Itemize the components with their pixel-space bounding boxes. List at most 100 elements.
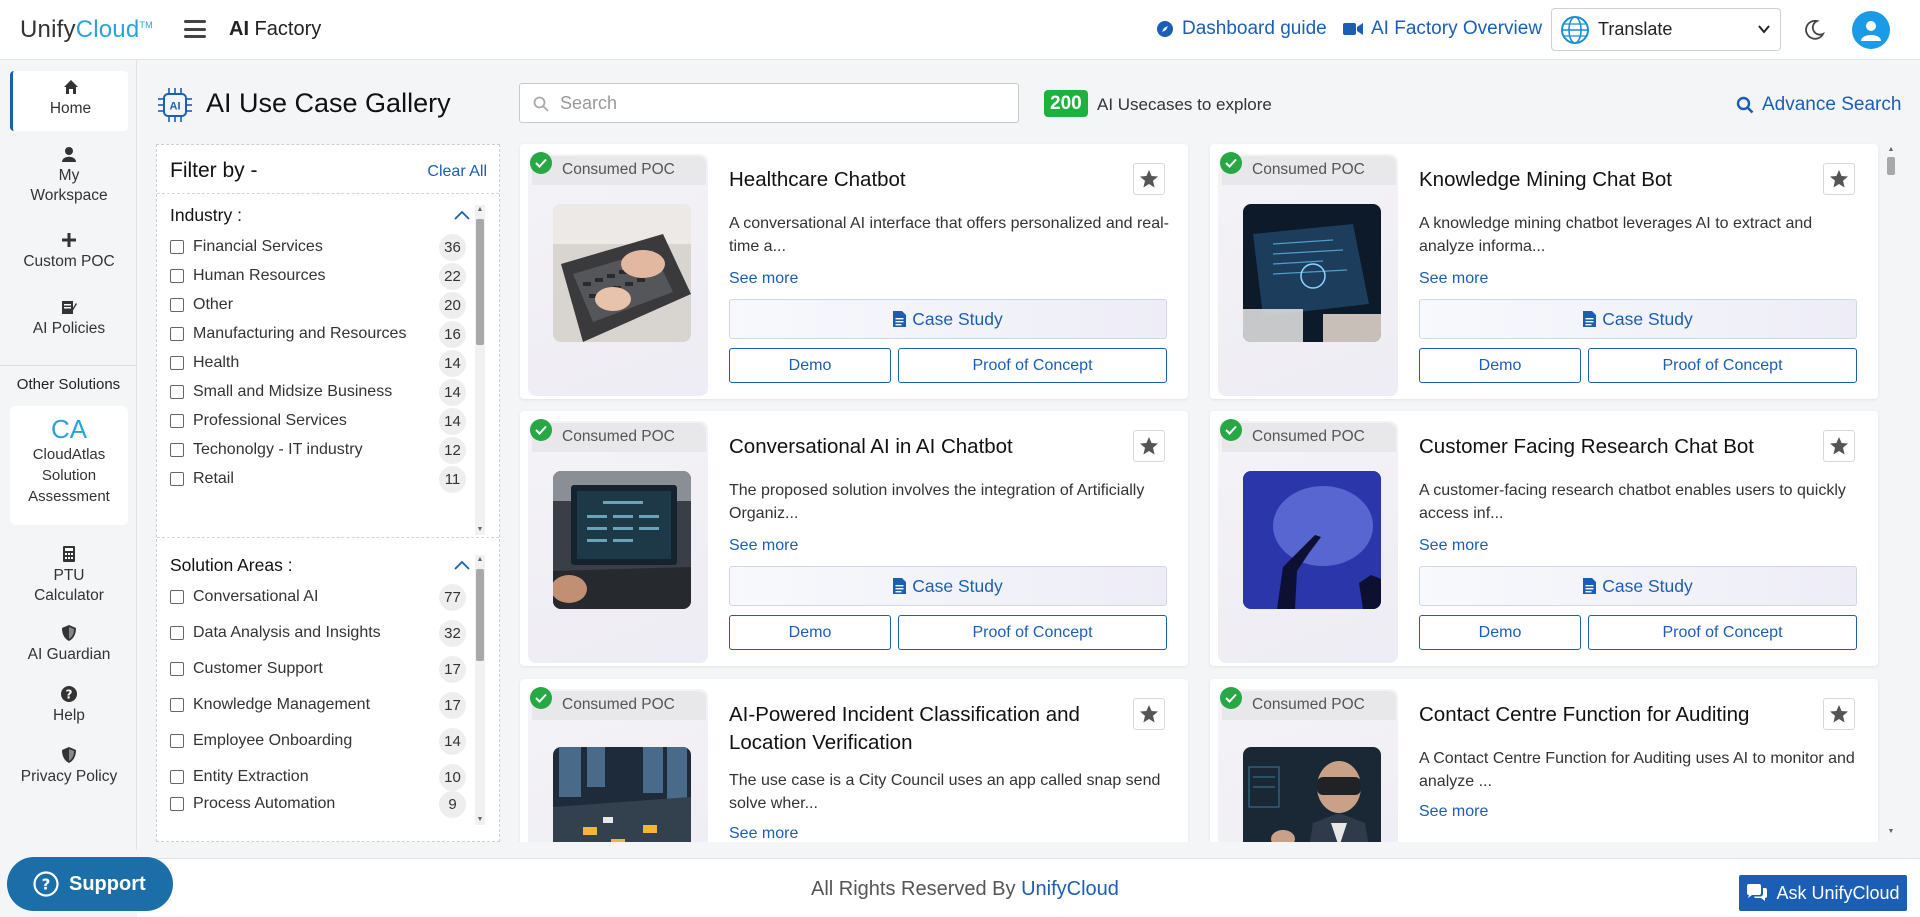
translate-select[interactable]: Translate (1551, 8, 1781, 51)
solution-row[interactable]: Data Analysis and Insights 32 (170, 618, 466, 648)
solution-row[interactable]: Entity Extraction 10 (170, 762, 466, 792)
see-more-link[interactable]: See more (1419, 270, 1488, 288)
industry-row[interactable]: Financial Services 36 (170, 232, 466, 262)
ask-unifycloud-button[interactable]: Ask UnifyCloud (1739, 875, 1907, 911)
search-input[interactable] (519, 83, 1019, 123)
advance-search-link[interactable]: Advance Search (1736, 94, 1901, 116)
checkbox[interactable] (170, 590, 184, 604)
favorite-button[interactable] (1823, 163, 1855, 195)
policy-icon (62, 301, 77, 314)
industry-row[interactable]: Retail 11 (170, 464, 466, 494)
scroll-down-arrow[interactable]: ▼ (475, 525, 485, 535)
cloudatlas-card[interactable]: CA CloudAtlas Solution Assessment (10, 406, 128, 525)
demo-button[interactable]: Demo (729, 615, 891, 650)
checkbox[interactable] (170, 698, 184, 712)
ai-factory-overview-link[interactable]: AI Factory Overview (1343, 18, 1542, 40)
favorite-button[interactable] (1133, 698, 1165, 730)
see-more-link[interactable]: See more (1419, 537, 1488, 555)
case-study-button[interactable]: Case Study (1419, 299, 1857, 339)
nav-ai-policies[interactable]: AI Policies (10, 299, 128, 339)
industry-scrollbar[interactable]: ▲ ▼ (475, 205, 485, 535)
checkbox[interactable] (170, 443, 184, 457)
solution-row[interactable]: Employee Onboarding 14 (170, 726, 466, 756)
nav-my-workspace[interactable]: My Workspace (10, 146, 128, 206)
chevron-up-icon[interactable] (454, 560, 470, 570)
solution-row[interactable]: Customer Support 17 (170, 654, 466, 684)
favorite-button[interactable] (1823, 698, 1855, 730)
clear-all-button[interactable]: Clear All (427, 163, 487, 181)
solution-scrollbar[interactable]: ▲ ▼ (475, 555, 485, 825)
checkbox[interactable] (170, 356, 184, 370)
see-more-link[interactable]: See more (729, 270, 798, 288)
proof-of-concept-button[interactable]: Proof of Concept (898, 615, 1167, 650)
demo-button[interactable]: Demo (1419, 348, 1581, 383)
case-study-button[interactable]: Case Study (1419, 566, 1857, 606)
scroll-up-arrow[interactable]: ▲ (475, 205, 485, 215)
card-title[interactable]: Healthcare Chatbot (729, 166, 1139, 194)
scroll-up-arrow[interactable]: ▲ (1886, 145, 1896, 155)
scroll-thumb[interactable] (476, 569, 484, 661)
solution-row[interactable]: Knowledge Management 17 (170, 690, 466, 720)
unifycloud-logo[interactable]: UnifyCloudTM (20, 16, 153, 44)
main-scrollbar[interactable]: ▲ ▼ (1885, 145, 1897, 837)
nav-ptu-calculator[interactable]: PTU Calculator (10, 546, 128, 606)
see-more-link[interactable]: See more (729, 825, 798, 842)
dashboard-guide-link[interactable]: Dashboard guide (1156, 18, 1327, 40)
checkbox[interactable] (170, 269, 184, 283)
support-button[interactable]: ? Support (7, 857, 173, 911)
footer-brand-link[interactable]: UnifyCloud (1021, 878, 1119, 900)
solution-row[interactable]: Conversational AI 77 (170, 582, 466, 612)
proof-of-concept-button[interactable]: Proof of Concept (1588, 348, 1857, 383)
checkbox[interactable] (170, 298, 184, 312)
industry-row[interactable]: Other 20 (170, 290, 466, 320)
nav-ai-guardian[interactable]: AI Guardian (10, 625, 128, 665)
user-avatar[interactable] (1852, 11, 1890, 49)
menu-icon[interactable] (184, 20, 206, 38)
nav-help[interactable]: ? Help (10, 686, 128, 726)
card-title[interactable]: Knowledge Mining Chat Bot (1419, 166, 1829, 194)
chevron-up-icon[interactable] (454, 210, 470, 220)
nav-home[interactable]: Home (10, 71, 128, 131)
card-title[interactable]: AI-Powered Incident Classification and L… (729, 701, 1139, 757)
favorite-button[interactable] (1823, 430, 1855, 462)
industry-count: 22 (439, 263, 466, 290)
favorite-button[interactable] (1133, 430, 1165, 462)
checkbox[interactable] (170, 797, 184, 811)
nav-privacy-policy[interactable]: Privacy Policy (10, 747, 128, 787)
industry-row[interactable]: Professional Services 14 (170, 406, 466, 436)
case-study-button[interactable]: Case Study (729, 299, 1167, 339)
industry-row[interactable]: Health 14 (170, 348, 466, 378)
favorite-button[interactable] (1133, 163, 1165, 195)
checkbox[interactable] (170, 734, 184, 748)
solution-row[interactable]: Process Automation 9 (170, 789, 466, 819)
case-study-button[interactable]: Case Study (729, 566, 1167, 606)
nav-custom-poc[interactable]: Custom POC (10, 232, 128, 272)
scroll-down-arrow[interactable]: ▼ (1886, 827, 1896, 837)
checkbox[interactable] (170, 414, 184, 428)
industry-row[interactable]: Techonolgy - IT industry 12 (170, 435, 466, 465)
checkbox[interactable] (170, 240, 184, 254)
checkbox[interactable] (170, 626, 184, 640)
proof-of-concept-button[interactable]: Proof of Concept (1588, 615, 1857, 650)
demo-button[interactable]: Demo (1419, 615, 1581, 650)
demo-button[interactable]: Demo (729, 348, 891, 383)
proof-of-concept-button[interactable]: Proof of Concept (898, 348, 1167, 383)
checkbox[interactable] (170, 327, 184, 341)
industry-row[interactable]: Small and Midsize Business 14 (170, 377, 466, 407)
checkbox[interactable] (170, 770, 184, 784)
checkbox[interactable] (170, 385, 184, 399)
card-title[interactable]: Conversational AI in AI Chatbot (729, 433, 1139, 461)
checkbox[interactable] (170, 472, 184, 486)
industry-row[interactable]: Human Resources 22 (170, 261, 466, 291)
see-more-link[interactable]: See more (729, 537, 798, 555)
scroll-up-arrow[interactable]: ▲ (475, 555, 485, 565)
card-title[interactable]: Contact Centre Function for Auditing (1419, 701, 1829, 729)
checkbox[interactable] (170, 662, 184, 676)
card-title[interactable]: Customer Facing Research Chat Bot (1419, 433, 1829, 461)
industry-row[interactable]: Manufacturing and Resources 16 (170, 319, 466, 349)
scroll-thumb[interactable] (1887, 157, 1895, 175)
moon-icon[interactable] (1803, 19, 1825, 41)
see-more-link[interactable]: See more (1419, 803, 1488, 821)
scroll-thumb[interactable] (476, 219, 484, 345)
scroll-down-arrow[interactable]: ▼ (475, 815, 485, 825)
